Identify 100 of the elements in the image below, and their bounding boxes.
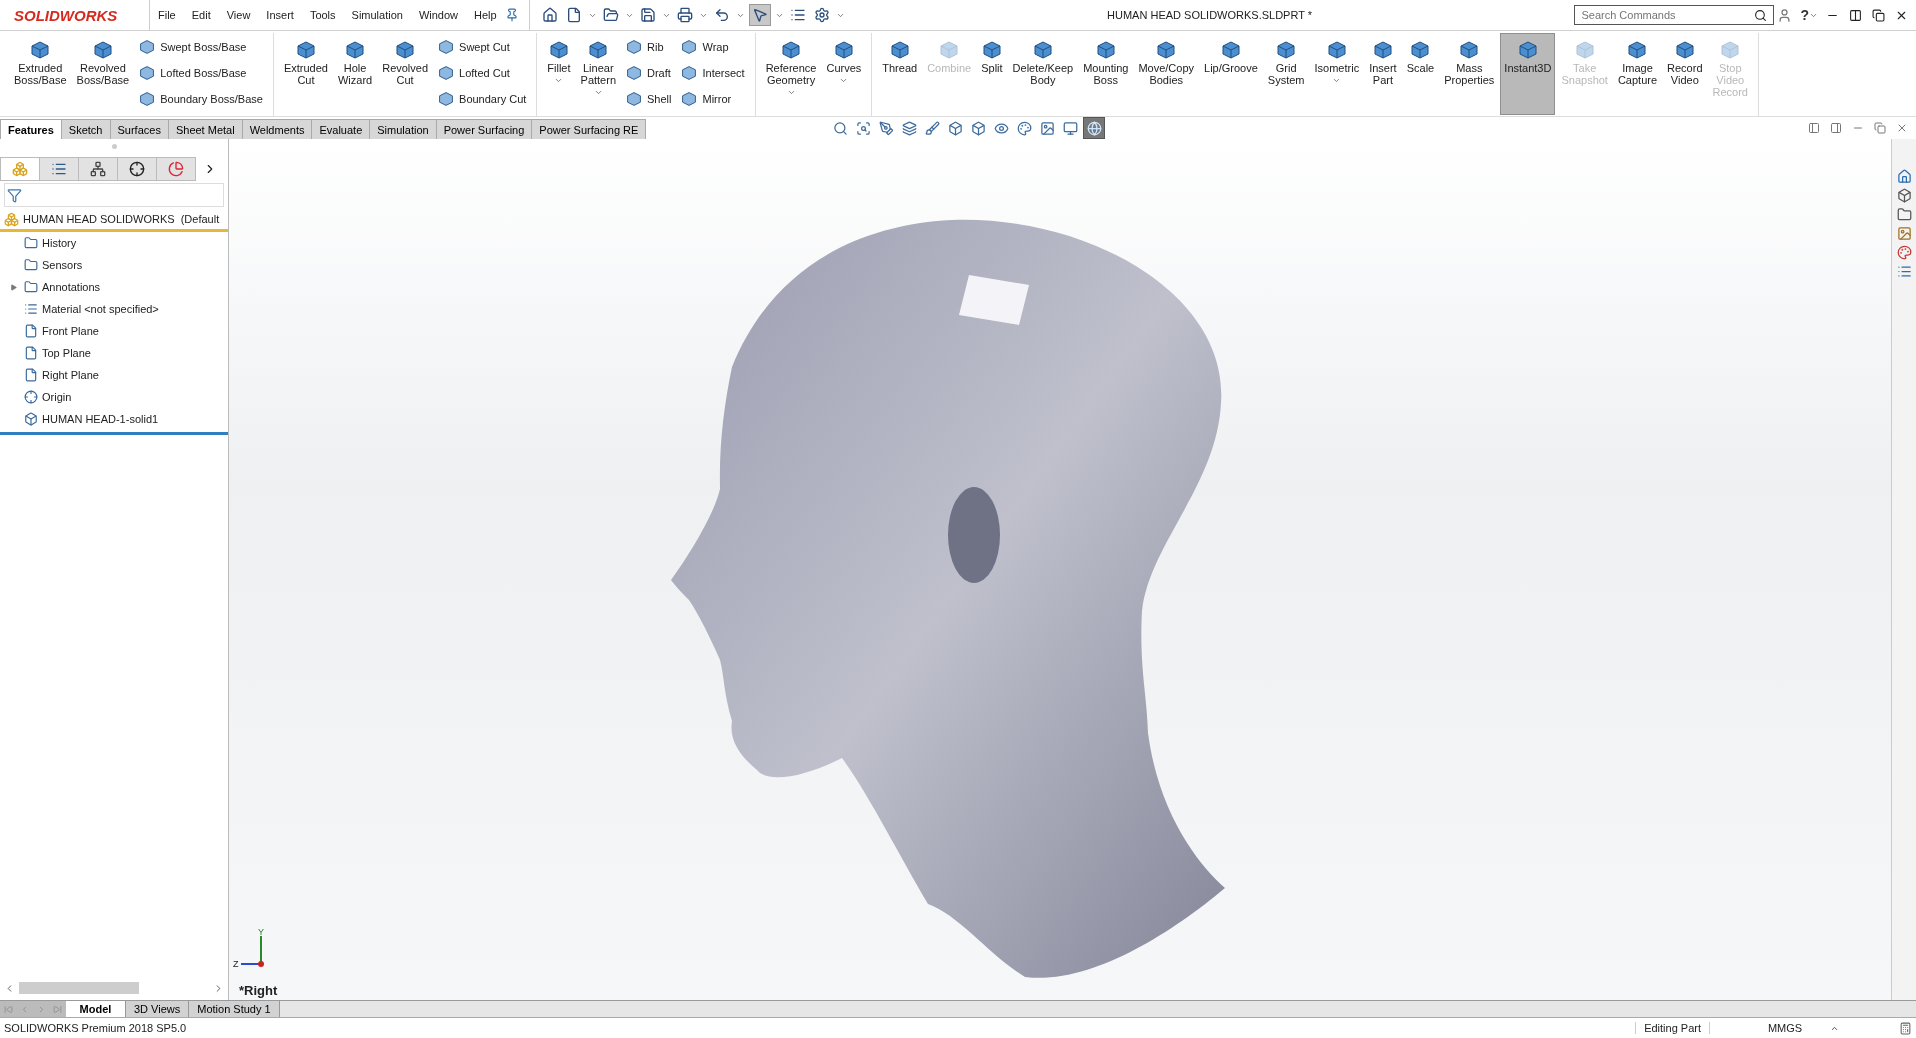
ribbon-button[interactable]: Thread [878,33,922,115]
configuration-tab[interactable] [78,157,118,181]
ribbon-button[interactable]: Scale [1402,33,1439,115]
command-tab[interactable]: Simulation [369,119,437,139]
tree-item[interactable]: Annotations [42,281,101,293]
dimxpert-tab[interactable] [117,157,157,181]
parts-icon [12,161,28,177]
help-button[interactable]: ? [1800,7,1809,23]
bottom-tab[interactable]: Motion Study 1 [189,1001,280,1017]
user-icon[interactable] [1777,7,1793,23]
ribbon-button[interactable]: Wrap [677,35,749,59]
tree-item[interactable]: History [42,237,77,249]
ribbon-button[interactable]: Mirror [677,87,749,111]
tree-item[interactable]: Top Plane [42,347,91,359]
ribbon-button[interactable]: Boundary Boss/Base [135,87,267,111]
image-icon[interactable] [1896,226,1912,241]
tree-root-label[interactable]: HUMAN HEAD SOLIDWORKS (Default [23,213,220,225]
ribbon-button[interactable]: Revolved Cut [378,33,433,115]
menu-item[interactable]: Edit [183,9,219,21]
menu-item[interactable]: Insert [258,9,302,21]
property-manager-tab[interactable] [39,157,79,181]
ribbon-button[interactable]: Swept Cut [434,35,531,59]
tree-item[interactable]: Right Plane [42,369,99,381]
display-manager-tab[interactable] [156,157,196,181]
pointer-icon[interactable] [748,4,771,26]
menu-item[interactable]: Simulation [343,9,411,21]
tree-item[interactable]: Front Plane [42,325,99,337]
ribbon-button[interactable]: Extruded Cut [279,33,332,115]
ribbon-button[interactable]: Extruded Boss/Base [10,33,71,115]
caret-icon[interactable] [786,88,796,97]
restore-icon[interactable] [1872,8,1885,22]
units-selector[interactable]: MMGS [1740,1022,1830,1034]
cube-icon [295,40,316,60]
command-tab[interactable]: Sketch [60,119,111,139]
ribbon-button[interactable]: Grid System [1263,33,1309,115]
ribbon-button[interactable]: Record Video [1663,33,1707,115]
bottom-tab[interactable]: Model [66,1001,126,1017]
panel-left-icon[interactable] [1808,122,1820,134]
menu-item[interactable]: File [150,9,184,21]
caret-icon[interactable] [593,88,603,97]
ribbon-button[interactable]: Move/Copy Bodies [1134,33,1199,115]
tree-item[interactable]: HUMAN HEAD-1-solid1 [42,413,159,425]
command-tab[interactable]: Features [0,119,62,139]
tree-item[interactable]: Sensors [42,259,83,271]
ribbon-button[interactable]: Fillet [543,33,575,115]
ribbon-button[interactable]: Delete/Keep Body [1008,33,1078,115]
ribbon-button[interactable]: Linear Pattern [576,33,620,115]
ribbon-button[interactable]: Lofted Boss/Base [135,61,267,85]
ribbon-button[interactable]: Mass Properties [1440,33,1499,115]
filter-field[interactable] [4,183,224,207]
command-tab[interactable]: Evaluate [311,119,371,139]
tile-windows-icon[interactable] [1849,8,1862,22]
ribbon-button[interactable]: Reference Geometry [761,33,821,115]
bottom-tab[interactable]: 3D Views [126,1001,190,1017]
palette-icon[interactable] [1896,245,1912,260]
ribbon-button[interactable]: Hole Wizard [333,33,377,115]
pin-icon[interactable] [504,8,519,22]
ribbon-button[interactable]: Curves [822,33,866,115]
menu-item[interactable]: Tools [301,9,344,21]
ribbon-button[interactable]: Isometric [1310,33,1364,115]
caret-icon[interactable] [554,76,564,85]
command-tab[interactable]: Power Surfacing [435,119,533,139]
ribbon-button[interactable]: Rib [622,35,676,59]
caret-icon[interactable] [839,76,849,85]
ribbon-button[interactable]: Swept Boss/Base [135,35,267,59]
ribbon-button[interactable]: Shell [622,87,676,111]
search-icon[interactable] [1754,8,1768,22]
handle-icon[interactable] [111,143,117,149]
ribbon-button[interactable]: Intersect [677,61,749,85]
ribbon-button[interactable]: Boundary Cut [434,87,531,111]
caret-icon[interactable] [1332,76,1342,85]
command-tab[interactable]: Power Surfacing RE [531,119,647,139]
command-tab[interactable]: Surfaces [109,119,169,139]
ribbon-button[interactable]: Split [977,33,1007,115]
home-icon[interactable] [1896,169,1912,184]
folder-icon[interactable] [1896,207,1912,222]
cube-icon [681,91,698,107]
app-logo: SOLIDWORKS [0,0,150,30]
command-tab[interactable]: Sheet Metal [167,119,243,139]
ribbon-button[interactable]: Lofted Cut [434,61,531,85]
box-icon[interactable] [1896,188,1912,203]
parts-icon [4,211,19,227]
filter-icon [7,187,22,203]
menu-item[interactable]: Window [410,9,467,21]
menu-item[interactable]: View [218,9,259,21]
ribbon-button[interactable]: Image Capture [1613,33,1662,115]
tree-item[interactable]: Origin [42,391,72,403]
command-tab[interactable]: Weldments [241,119,313,139]
ribbon-button[interactable]: Revolved Boss/Base [72,33,134,115]
expand-arrow-icon[interactable] [9,283,17,291]
panel-right-icon[interactable] [1830,122,1842,134]
ribbon-button[interactable]: Lip/Groove [1200,33,1262,115]
ribbon-button[interactable]: Insert Part [1365,33,1401,115]
ribbon-button[interactable]: Draft [622,61,676,85]
menu-item[interactable]: Help [466,9,505,21]
tree-item[interactable]: Material <not specified> [42,303,159,315]
ribbon-button[interactable]: Mounting Boss [1079,33,1133,115]
list-icon[interactable] [1896,264,1912,279]
ribbon-button[interactable]: Instant3D [1500,33,1556,115]
search-field[interactable]: Search Commands [1574,5,1775,25]
